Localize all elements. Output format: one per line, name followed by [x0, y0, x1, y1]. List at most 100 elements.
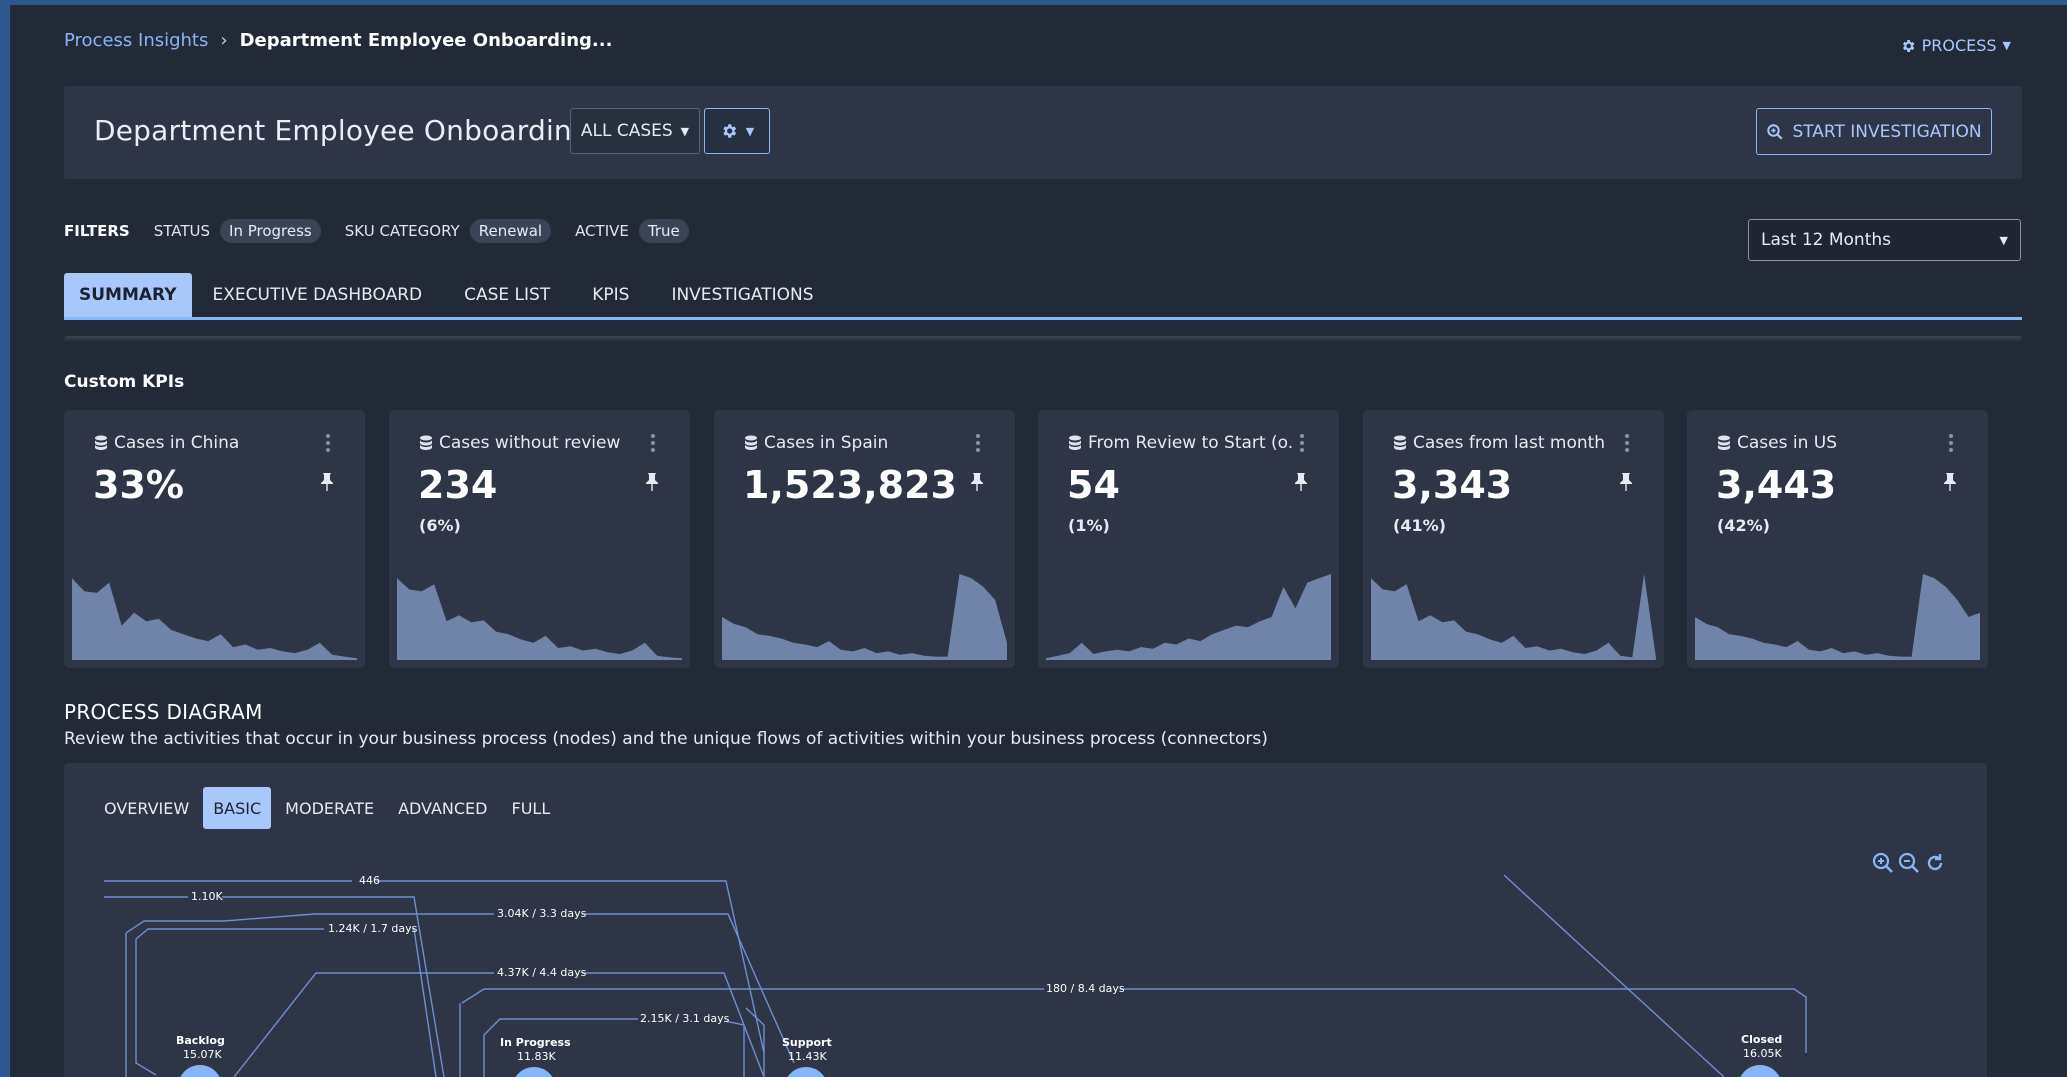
window-frame-left	[0, 0, 10, 1077]
header-panel: Department Employee Onboarding ALL CASES…	[64, 86, 2022, 179]
kebab-menu-icon[interactable]	[1624, 434, 1630, 454]
search-zoom-icon	[1767, 123, 1783, 140]
pin-icon[interactable]	[1618, 472, 1634, 492]
filter-status-chip[interactable]: In Progress	[220, 219, 321, 243]
process-diagram-description: Review the activities that occur in your…	[64, 729, 1268, 749]
node-closed-count: 16.05K	[1743, 1047, 1782, 1060]
kpi-percentage: (6%)	[419, 516, 461, 535]
zoom-controls	[1871, 851, 1947, 875]
process-diagram-panel: 446 1.10K 3.04K / 3.3 days 1.24K / 1.7 d…	[64, 763, 1987, 1077]
edge-diagonal[interactable]	[1503, 874, 1725, 1077]
zoom-out-icon[interactable]	[1897, 851, 1921, 875]
database-icon	[95, 435, 107, 450]
database-icon	[745, 435, 757, 450]
kebab-menu-icon[interactable]	[650, 434, 656, 454]
kpi-sparkline	[1371, 574, 1656, 660]
kpi-title-text: From Review to Start (o...	[1088, 433, 1293, 453]
edge-label-1.24k: 1.24K / 1.7 days	[328, 922, 418, 935]
kpi-title: Cases in China	[94, 433, 239, 453]
sparkline-area	[1371, 574, 1656, 660]
pin-icon[interactable]	[319, 472, 335, 492]
kpi-sparkline	[722, 574, 1007, 660]
edge-labels: 446 1.10K 3.04K / 3.3 days 1.24K / 1.7 d…	[188, 873, 1125, 1025]
sparkline-area	[1046, 574, 1331, 660]
node-closed[interactable]: Closed 16.05K	[1738, 1033, 1782, 1077]
kebab-menu-icon[interactable]	[1948, 434, 1954, 454]
edge-label-3.04k: 3.04K / 3.3 days	[497, 907, 587, 920]
level-tab-full[interactable]: FULL	[501, 787, 560, 829]
tab-executive-dashboard[interactable]: EXECUTIVE DASHBOARD	[192, 273, 444, 317]
level-tab-advanced[interactable]: ADVANCED	[388, 787, 497, 829]
filter-status-label: STATUS	[153, 222, 211, 240]
node-in-progress[interactable]: In Progress 11.83K	[500, 1036, 571, 1077]
filter-sku-category-chip[interactable]: Renewal	[469, 219, 552, 243]
kpi-sparkline	[1046, 574, 1331, 660]
date-range-select[interactable]: Last 12 Months ▼	[1748, 219, 2021, 261]
reset-icon[interactable]	[1923, 851, 1947, 875]
edge-label-2.15k: 2.15K / 3.1 days	[640, 1012, 730, 1025]
start-investigation-label: START INVESTIGATION	[1792, 121, 1982, 142]
all-cases-dropdown[interactable]: ALL CASES ▼	[570, 108, 700, 154]
kpi-title-text: Cases without review	[439, 433, 621, 453]
breadcrumb-process-insights-link[interactable]: Process Insights	[64, 30, 208, 51]
process-menu-button[interactable]: PROCESS ▼	[1900, 36, 2011, 55]
kpi-card-cases-from-last-month[interactable]: Cases from last month 3,343 (41%)	[1363, 410, 1664, 668]
kpi-sparkline	[397, 578, 682, 660]
tabs-divider	[64, 336, 2022, 342]
pin-icon[interactable]	[1942, 472, 1958, 492]
kpi-title-text: Cases from last month	[1413, 433, 1606, 453]
main-tabs: SUMMARY EXECUTIVE DASHBOARD CASE LIST KP…	[64, 273, 2022, 320]
kpi-card-cases-in-china[interactable]: Cases in China 33%	[64, 410, 365, 668]
filter-active-chip[interactable]: True	[638, 219, 689, 243]
kpi-card-cases-in-spain[interactable]: Cases in Spain 1,523,823	[714, 410, 1015, 668]
chevron-down-icon: ▼	[2002, 39, 2011, 52]
tab-summary[interactable]: SUMMARY	[64, 273, 192, 317]
start-investigation-button[interactable]: START INVESTIGATION	[1756, 108, 1992, 155]
edge-label-4.37k: 4.37K / 4.4 days	[497, 966, 587, 979]
filters-bar: FILTERS STATUS In Progress SKU CATEGORY …	[64, 219, 713, 243]
kpi-title: Cases in Spain	[744, 433, 888, 453]
kebab-menu-icon[interactable]	[975, 434, 981, 454]
level-tab-basic[interactable]: BASIC	[203, 787, 272, 829]
chevron-down-icon: ▼	[745, 124, 755, 138]
level-tab-moderate[interactable]: MODERATE	[275, 787, 384, 829]
gear-icon	[1902, 39, 1914, 52]
kpi-card-from-review-to-start[interactable]: From Review to Start (o... 54 (1%)	[1038, 410, 1339, 668]
database-icon	[420, 435, 432, 450]
sparkline-area	[397, 578, 682, 660]
kpi-title-text: Cases in Spain	[764, 433, 889, 453]
kebab-menu-icon[interactable]	[325, 434, 331, 454]
gear-icon	[723, 124, 736, 138]
tab-investigations[interactable]: INVESTIGATIONS	[650, 273, 834, 317]
node-in-progress-label: In Progress	[500, 1036, 571, 1049]
node-support-count: 11.43K	[788, 1050, 827, 1063]
database-icon	[1394, 435, 1406, 450]
edge-446[interactable]	[104, 880, 765, 1054]
node-support[interactable]: Support 11.43K	[782, 1036, 832, 1077]
breadcrumb-separator: ›	[220, 30, 228, 51]
pin-icon[interactable]	[644, 472, 660, 492]
kebab-menu-icon[interactable]	[1299, 434, 1305, 454]
node-support-label: Support	[782, 1036, 832, 1049]
pin-icon[interactable]	[1293, 472, 1309, 492]
kpi-title: Cases without review	[419, 433, 620, 453]
sparkline-area	[722, 574, 1007, 660]
kpi-percentage: (41%)	[1393, 516, 1446, 535]
settings-dropdown-button[interactable]: ▼	[704, 108, 770, 154]
node-closed-label: Closed	[1741, 1033, 1782, 1046]
node-backlog[interactable]: Backlog 15.07K	[176, 1034, 225, 1077]
window-frame-top	[0, 0, 2067, 5]
filter-active-label: ACTIVE	[575, 222, 629, 240]
page-title: Department Employee Onboarding	[94, 114, 590, 147]
kpi-title-text: Cases in US	[1737, 433, 1837, 453]
kpi-card-cases-in-us[interactable]: Cases in US 3,443 (42%)	[1687, 410, 1988, 668]
edge-1.24k[interactable]	[135, 928, 437, 1077]
tab-case-list[interactable]: CASE LIST	[443, 273, 571, 317]
process-diagram-title: PROCESS DIAGRAM	[64, 700, 263, 724]
level-tab-overview[interactable]: OVERVIEW	[94, 787, 199, 829]
tab-kpis[interactable]: KPIS	[571, 273, 650, 317]
database-icon	[1718, 435, 1730, 450]
pin-icon[interactable]	[969, 472, 985, 492]
zoom-in-icon[interactable]	[1871, 851, 1895, 875]
kpi-card-cases-without-review[interactable]: Cases without review 234 (6%)	[389, 410, 690, 668]
